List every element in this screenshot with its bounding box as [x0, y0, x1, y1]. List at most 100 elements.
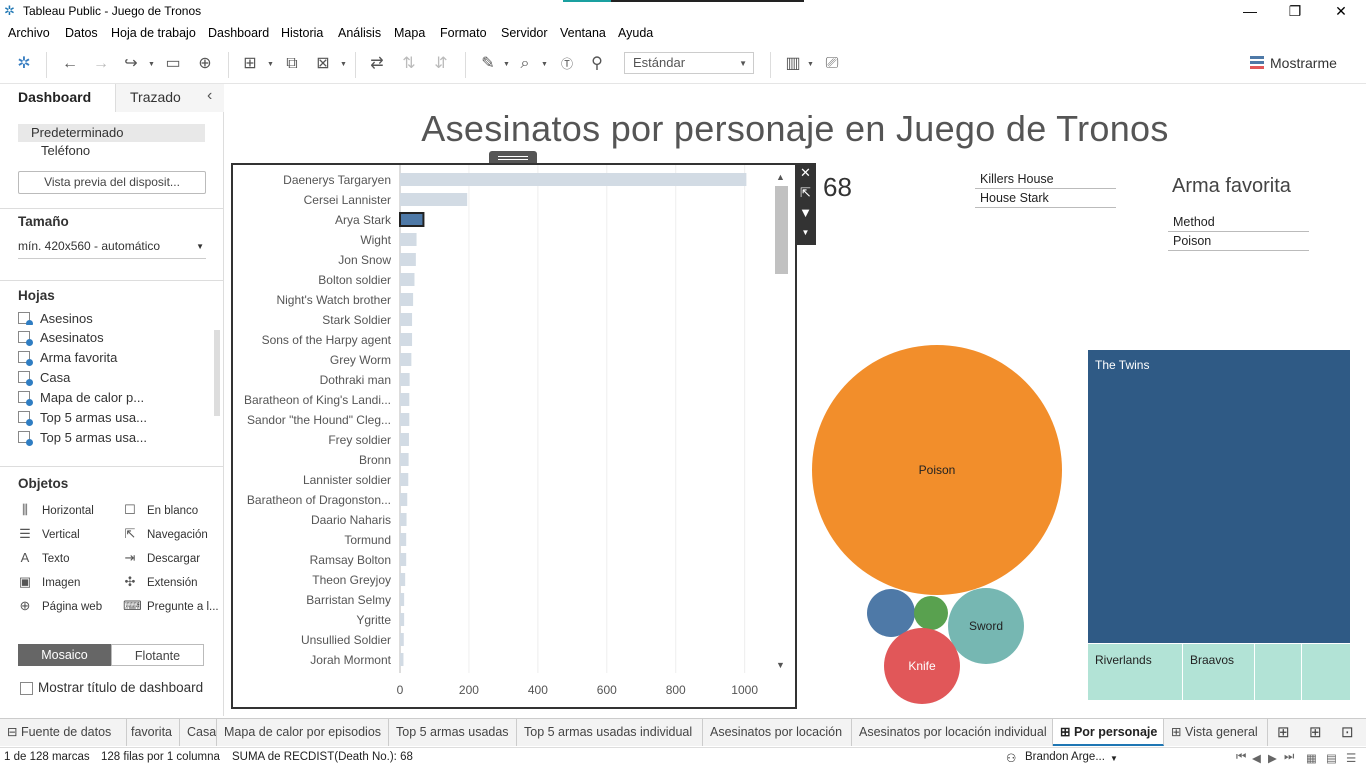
- weapon-bubble-chart[interactable]: Poison Sword Knife: [800, 340, 1080, 710]
- menu-ayuda[interactable]: Ayuda: [618, 26, 653, 40]
- scroll-thumb[interactable]: [775, 186, 788, 274]
- menu-dashboard[interactable]: Dashboard: [208, 26, 269, 40]
- tableau-home-icon[interactable]: ✲: [14, 54, 34, 74]
- bar[interactable]: [400, 273, 415, 286]
- more-options-icon[interactable]: ▼: [795, 223, 816, 243]
- object-ask-data[interactable]: ⌨ Pregunte a l...: [123, 598, 219, 614]
- tab-top5-armas-individual[interactable]: Top 5 armas usadas individual: [517, 719, 703, 746]
- bar[interactable]: [400, 253, 416, 266]
- bar[interactable]: [400, 413, 410, 426]
- menu-servidor[interactable]: Servidor: [501, 26, 548, 40]
- new-datasource-icon[interactable]: ⊕: [195, 54, 215, 74]
- show-me-button[interactable]: Mostrarme: [1250, 55, 1337, 71]
- show-cards-icon[interactable]: ▥: [783, 54, 803, 74]
- list-view-icon[interactable]: ☰: [1346, 751, 1356, 765]
- duplicate-sheet-icon[interactable]: ⧉: [282, 54, 302, 74]
- next-sheet-icon[interactable]: ▶: [1268, 751, 1277, 765]
- sheet-item[interactable]: Asesinos: [18, 311, 208, 325]
- bar[interactable]: [400, 333, 413, 346]
- save-icon[interactable]: ▭: [163, 54, 183, 74]
- first-sheet-icon[interactable]: ⏮: [1236, 751, 1246, 764]
- legend-item[interactable]: House Stark: [975, 189, 1116, 208]
- bar[interactable]: [400, 433, 409, 446]
- floating-mode-button[interactable]: Flotante: [111, 644, 204, 666]
- open-sheet-icon[interactable]: ⇱: [795, 183, 816, 203]
- sheet-item[interactable]: Top 5 armas usa...: [18, 410, 208, 430]
- clear-dropdown-icon[interactable]: ▼: [340, 61, 347, 68]
- group-dropdown-icon[interactable]: ▼: [541, 61, 548, 68]
- menu-ventana[interactable]: Ventana: [560, 26, 606, 40]
- highlight-dropdown-icon[interactable]: ▼: [503, 61, 510, 68]
- redo-icon[interactable]: →: [91, 54, 111, 74]
- tab-arma-favorita[interactable]: favorita: [127, 719, 180, 746]
- menu-analisis[interactable]: Análisis: [338, 26, 381, 40]
- bar[interactable]: [399, 212, 425, 227]
- fit-dropdown[interactable]: Estándar ▼: [624, 52, 754, 74]
- bar[interactable]: [400, 653, 404, 666]
- swap-icon[interactable]: ⇄: [367, 54, 387, 74]
- object-horizontal[interactable]: ⫼ Horizontal: [18, 502, 94, 518]
- bar[interactable]: [400, 553, 407, 566]
- remove-icon[interactable]: ✕: [795, 163, 816, 183]
- bar[interactable]: [400, 173, 747, 186]
- sheet-item[interactable]: Top 5 armas usa...: [18, 430, 208, 450]
- clear-sheet-icon[interactable]: ⊠: [313, 54, 333, 74]
- close-window-button[interactable]: ✕: [1331, 2, 1351, 20]
- bar-chart-container[interactable]: 0 200 400 600 800 1000 Daenerys Targaryen Cerse…: [231, 163, 797, 709]
- bar[interactable]: [400, 393, 410, 406]
- tab-por-personaje[interactable]: ⊞ Por personaje: [1053, 719, 1164, 746]
- user-dropdown-icon[interactable]: ▼: [1110, 754, 1118, 763]
- tab-asesinatos-locacion-individual[interactable]: Asesinatos por locación individual: [852, 719, 1053, 746]
- object-navigation[interactable]: ⇱ Navegación: [123, 526, 208, 542]
- sort-asc-icon[interactable]: ⇅: [399, 54, 419, 74]
- bubble-green[interactable]: [914, 596, 948, 630]
- new-dashboard-tab-icon[interactable]: ⊞: [1302, 719, 1332, 746]
- new-sheet-dropdown-icon[interactable]: ▼: [267, 61, 274, 68]
- bar[interactable]: [400, 593, 405, 606]
- scroll-up-icon[interactable]: ▲: [776, 172, 785, 182]
- device-phone[interactable]: Teléfono: [18, 142, 205, 160]
- object-download[interactable]: ⇥ Descargar: [123, 550, 201, 566]
- show-cards-dropdown-icon[interactable]: ▼: [807, 61, 814, 68]
- tab-vista-general[interactable]: ⊞ Vista general: [1164, 719, 1268, 746]
- show-title-checkbox[interactable]: [20, 682, 33, 695]
- device-preview-button[interactable]: Vista previa del disposit...: [18, 171, 206, 194]
- sheet-item[interactable]: Mapa de calor p...: [18, 390, 208, 410]
- tab-mapa-calor[interactable]: Mapa de calor por episodios: [217, 719, 389, 746]
- object-extension[interactable]: ✣ Extensión: [123, 574, 198, 590]
- menu-archivo[interactable]: Archivo: [8, 26, 50, 40]
- minimize-button[interactable]: —: [1240, 2, 1260, 20]
- collapse-panel-icon[interactable]: ‹: [207, 87, 212, 105]
- bar[interactable]: [400, 373, 410, 386]
- bar[interactable]: [400, 513, 407, 526]
- tab-asesinatos-locacion[interactable]: Asesinatos por locación: [703, 719, 852, 746]
- sheet-item[interactable]: Casa: [18, 370, 208, 390]
- object-image[interactable]: ▣ Imagen: [18, 574, 81, 590]
- new-story-tab-icon[interactable]: ⊡: [1334, 719, 1364, 746]
- menu-datos[interactable]: Datos: [65, 26, 98, 40]
- treemap-cell[interactable]: [1255, 644, 1301, 700]
- new-sheet-tab-icon[interactable]: ⊞: [1270, 719, 1300, 746]
- bar[interactable]: [400, 353, 412, 366]
- user-name[interactable]: Brandon Arge...: [1025, 751, 1105, 763]
- size-dropdown[interactable]: mín. 420x560 - automático ▼: [18, 239, 206, 259]
- last-sheet-icon[interactable]: ⏭: [1284, 751, 1294, 764]
- tiled-mode-button[interactable]: Mosaico: [18, 644, 111, 666]
- labels-icon[interactable]: Ⓣ: [557, 54, 577, 74]
- bubble-blue[interactable]: [867, 589, 915, 637]
- bar[interactable]: [400, 293, 414, 306]
- legend-item[interactable]: Poison: [1168, 232, 1309, 251]
- tab-data-source[interactable]: ⊟ Fuente de datos: [0, 719, 127, 746]
- use-as-filter-icon[interactable]: ▼: [795, 203, 816, 223]
- tab-casa[interactable]: Casa: [180, 719, 217, 746]
- bar[interactable]: [400, 613, 405, 626]
- grid-view-icon[interactable]: ▦: [1306, 751, 1317, 765]
- undo-icon[interactable]: ←: [60, 54, 80, 74]
- bar[interactable]: [400, 193, 468, 206]
- object-vertical[interactable]: ☰ Vertical: [18, 526, 80, 542]
- treemap-cell[interactable]: [1302, 644, 1350, 700]
- menu-historia[interactable]: Historia: [281, 26, 323, 40]
- move-handle[interactable]: [489, 151, 537, 163]
- bar[interactable]: [400, 533, 407, 546]
- sheet-item[interactable]: Asesinatos: [18, 330, 208, 350]
